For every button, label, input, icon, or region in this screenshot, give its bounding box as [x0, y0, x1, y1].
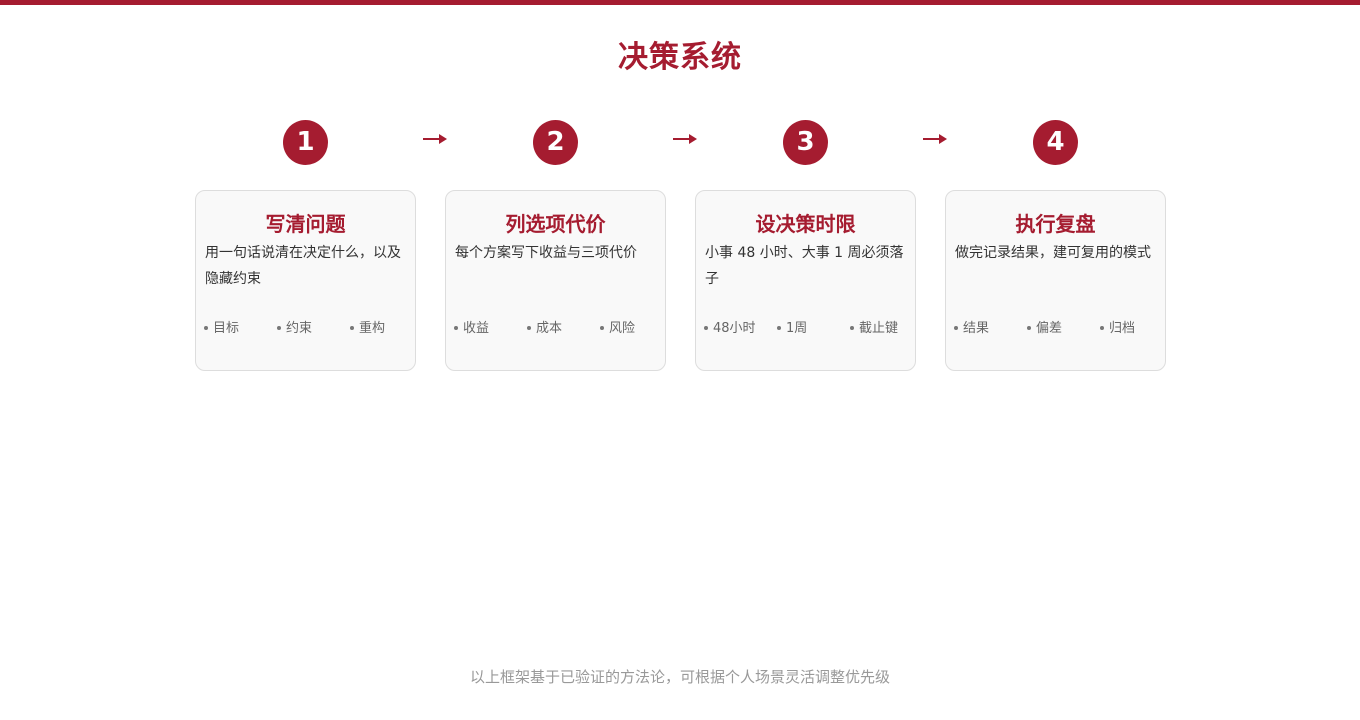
step-description: 小事 48 小时、大事 1 周必须落子	[705, 245, 904, 287]
step-card: 列选项代价 每个方案写下收益与三项代价 收益 成本 风险	[445, 190, 666, 371]
step-tag: 截止键	[850, 319, 898, 339]
arrow-right-icon	[673, 134, 697, 144]
step-tags: 结果 偏差 归档	[954, 319, 1164, 339]
step-3: 3 设决策时限 小事 48 小时、大事 1 周必须落子 48小时 1周 截止键	[695, 120, 916, 371]
step-tag: 约束	[277, 319, 312, 339]
page-title: 决策系统	[618, 40, 742, 75]
step-tag: 48小时	[704, 319, 756, 339]
step-description: 做完记录结果，建可复用的模式	[955, 245, 1151, 261]
step-description: 每个方案写下收益与三项代价	[455, 245, 637, 261]
step-card: 写清问题 用一句话说清在决定什么，以及隐藏约束 目标 约束 重构	[195, 190, 416, 371]
top-accent-bar	[0, 0, 1360, 5]
arrow-right-icon	[423, 134, 447, 144]
step-tag: 风险	[600, 319, 635, 339]
step-card: 设决策时限 小事 48 小时、大事 1 周必须落子 48小时 1周 截止键	[695, 190, 916, 371]
step-number-badge: 4	[1033, 120, 1078, 165]
step-tags: 48小时 1周 截止键	[704, 319, 914, 339]
step-tags: 收益 成本 风险	[454, 319, 664, 339]
step-number-badge: 1	[283, 120, 328, 165]
step-title: 设决策时限	[755, 212, 856, 236]
steps-flow: 1 写清问题 用一句话说清在决定什么，以及隐藏约束 目标 约束 重构 2 列选项…	[195, 120, 1166, 380]
step-tag: 目标	[204, 319, 239, 339]
step-number-badge: 2	[533, 120, 578, 165]
step-tag: 成本	[527, 319, 562, 339]
step-title: 写清问题	[265, 212, 346, 236]
step-1: 1 写清问题 用一句话说清在决定什么，以及隐藏约束 目标 约束 重构	[195, 120, 416, 371]
step-tag: 归档	[1100, 319, 1135, 339]
step-number-badge: 3	[783, 120, 828, 165]
arrow-right-icon	[923, 134, 947, 144]
step-card: 执行复盘 做完记录结果，建可复用的模式 结果 偏差 归档	[945, 190, 1166, 371]
step-2: 2 列选项代价 每个方案写下收益与三项代价 收益 成本 风险	[445, 120, 666, 371]
step-description: 用一句话说清在决定什么，以及隐藏约束	[205, 245, 401, 287]
step-tag: 偏差	[1027, 319, 1062, 339]
step-4: 4 执行复盘 做完记录结果，建可复用的模式 结果 偏差 归档	[945, 120, 1166, 371]
step-tag: 收益	[454, 319, 489, 339]
footer-note: 以上框架基于已验证的方法论，可根据个人场景灵活调整优先级	[469, 668, 890, 686]
step-tag: 1周	[777, 319, 807, 339]
step-title: 执行复盘	[1015, 212, 1096, 236]
step-tag: 重构	[350, 319, 385, 339]
step-tags: 目标 约束 重构	[204, 319, 414, 339]
step-tag: 结果	[954, 319, 989, 339]
step-title: 列选项代价	[505, 212, 606, 236]
